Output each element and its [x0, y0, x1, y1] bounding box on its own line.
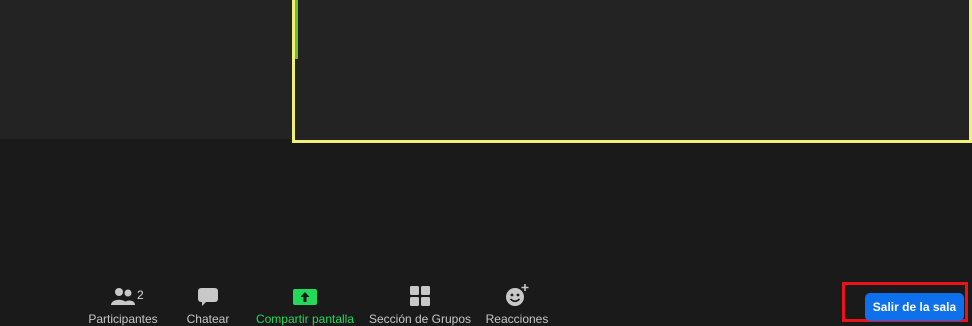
- leave-room-button[interactable]: Salir de la sala: [865, 293, 964, 321]
- meeting-toolbar: 2 Participantes Chatear Compartir pantal…: [0, 282, 972, 326]
- reactions-label: Reacciones: [485, 312, 549, 326]
- breakout-rooms-button[interactable]: Sección de Grupos: [368, 282, 472, 326]
- chat-button[interactable]: Chatear: [184, 282, 232, 326]
- meeting-window: 2 Participantes Chatear Compartir pantal…: [0, 0, 972, 326]
- breakout-rooms-label: Sección de Grupos: [368, 312, 472, 326]
- active-speaker-tile: [292, 0, 972, 143]
- share-screen-label: Compartir pantalla: [255, 312, 355, 326]
- video-tile-left: [0, 0, 292, 139]
- chat-label: Chatear: [186, 312, 230, 326]
- speaking-indicator: [295, 0, 298, 59]
- participants-label: Participantes: [88, 312, 158, 326]
- chat-bubble-icon: [197, 282, 219, 307]
- share-screen-button[interactable]: Compartir pantalla: [254, 282, 356, 326]
- share-screen-icon: [292, 282, 318, 307]
- participants-icon: 2: [89, 282, 157, 307]
- participants-count: 2: [137, 288, 144, 302]
- participants-button[interactable]: 2 Participantes: [88, 282, 158, 326]
- add-reaction-icon: [504, 282, 530, 307]
- reactions-button[interactable]: Reacciones: [484, 282, 550, 326]
- breakout-rooms-icon: [409, 282, 431, 307]
